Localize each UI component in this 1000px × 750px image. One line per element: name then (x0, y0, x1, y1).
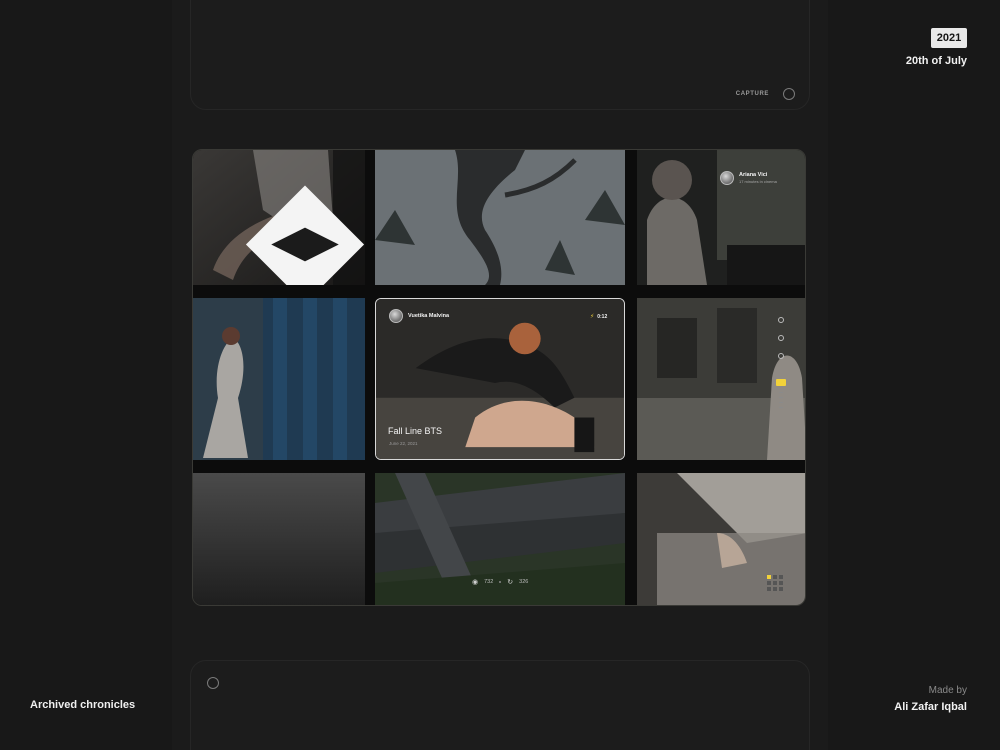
app-canvas: CAPTURE 2021 20th of July Archived chron… (0, 0, 1000, 750)
replays-count: 326 (519, 579, 529, 585)
circle-icon[interactable] (778, 353, 784, 359)
avatar (389, 309, 403, 323)
archive-title: Archived chronicles (30, 699, 136, 711)
photo-gallery: Ariana Vici 17 minutes in cinema Vuetika… (192, 149, 806, 606)
gallery-tile-highway[interactable] (375, 473, 625, 605)
circle-icon[interactable] (778, 335, 784, 341)
made-by-label: Made by (928, 685, 967, 696)
featured-date: June 22, 2021 (389, 441, 418, 446)
user-name: Ariana Vici (739, 172, 768, 178)
video-duration: ⚡ 0:12 (590, 313, 608, 321)
gallery-tile-blurred[interactable] (193, 473, 365, 605)
author-name: Ali Zafar Iqbal (894, 701, 967, 713)
year-badge: 2021 (931, 28, 967, 48)
circle-record-icon[interactable] (207, 677, 219, 689)
user-name: Vuetika Malvina (408, 313, 450, 319)
diamond-logo-icon[interactable] (219, 177, 365, 285)
views-count: 732 (484, 579, 494, 585)
tick (779, 402, 783, 403)
gallery-tile-hand[interactable] (193, 150, 365, 285)
tick (779, 407, 783, 408)
duration-value: 0:12 (597, 313, 608, 320)
circle-icon[interactable] (778, 317, 784, 323)
bolt-icon: ⚡ (590, 314, 595, 320)
user-subtitle: 17 minutes in cinema (739, 179, 777, 184)
previous-card[interactable]: CAPTURE (190, 0, 810, 110)
user-chip-vuetika[interactable]: Vuetika Malvina (389, 309, 449, 323)
gallery-tile-tree[interactable] (375, 150, 625, 285)
date-label: 20th of July (905, 55, 967, 67)
separator (499, 581, 502, 583)
gallery-tile-corridor[interactable] (193, 298, 365, 460)
active-marker[interactable] (776, 379, 786, 386)
video-stats: ◉ 732 ↻ 326 (472, 578, 528, 586)
featured-title: Fall Line BTS (388, 426, 443, 436)
grid-icon[interactable] (766, 574, 784, 592)
replay-icon: ↻ (507, 579, 514, 586)
user-chip-ariana[interactable]: Ariana Vici 17 minutes in cinema (720, 171, 777, 185)
tick (779, 392, 783, 393)
capture-control[interactable]: CAPTURE (736, 88, 795, 100)
eye-icon: ◉ (472, 579, 479, 586)
avatar (720, 171, 734, 185)
tick (779, 397, 783, 398)
circle-record-icon[interactable] (783, 88, 795, 100)
capture-label: CAPTURE (735, 91, 769, 97)
next-card[interactable] (190, 660, 810, 750)
timeline-scrubber[interactable] (775, 317, 787, 417)
